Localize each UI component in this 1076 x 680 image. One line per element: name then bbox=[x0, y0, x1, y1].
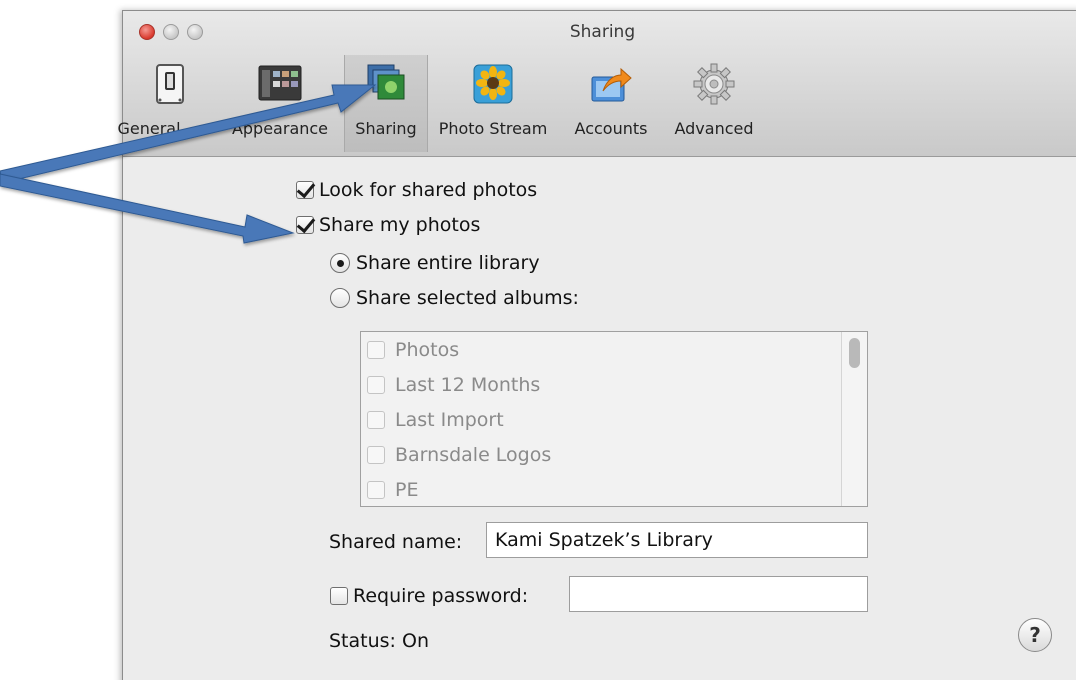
album-list-box: Photos Last 12 Months Last Import Barnsd… bbox=[360, 331, 868, 507]
title-bar: Sharing General Appearance Sharing Photo… bbox=[117, 11, 1076, 157]
sharing-icon bbox=[367, 64, 405, 100]
look-for-shared-row[interactable]: Look for shared photos bbox=[296, 179, 537, 201]
tab-photo-stream-label: Photo Stream bbox=[438, 119, 548, 138]
require-password-label: Require password: bbox=[353, 585, 529, 607]
album-item-pe[interactable]: PE bbox=[361, 472, 841, 506]
gear-icon bbox=[693, 63, 735, 105]
share-entire-library-row[interactable]: Share entire library bbox=[330, 252, 540, 274]
shared-name-field[interactable]: Kami Spatzek’s Library bbox=[486, 522, 868, 558]
shared-name-label: Shared name: bbox=[329, 531, 463, 553]
tab-advanced[interactable]: Advanced bbox=[668, 55, 760, 152]
share-entire-library-label: Share entire library bbox=[356, 252, 540, 274]
look-for-shared-checkbox[interactable] bbox=[296, 181, 314, 199]
album-checkbox[interactable] bbox=[367, 445, 385, 464]
toolbar: General Appearance Sharing Photo Stream … bbox=[117, 55, 1076, 155]
album-label: Photos bbox=[395, 338, 460, 361]
album-label: Last 12 Months bbox=[395, 373, 541, 396]
tab-sharing-label: Sharing bbox=[355, 119, 417, 138]
share-my-photos-checkbox[interactable] bbox=[296, 216, 314, 234]
album-list: Photos Last 12 Months Last Import Barnsd… bbox=[361, 332, 841, 506]
album-label: Barnsdale Logos bbox=[395, 443, 552, 466]
album-label: Last Import bbox=[395, 408, 504, 431]
sharing-pane: Look for shared photos Share my photos S… bbox=[123, 158, 1076, 680]
tab-accounts-label: Accounts bbox=[574, 119, 648, 138]
accounts-arrow-icon bbox=[591, 67, 632, 102]
preferences-window: Sharing General Appearance Sharing Photo… bbox=[117, 10, 1076, 680]
window-title: Sharing bbox=[569, 22, 636, 42]
album-label: PE bbox=[395, 478, 419, 501]
look-for-shared-label: Look for shared photos bbox=[319, 179, 538, 201]
tab-appearance[interactable]: Appearance bbox=[226, 55, 334, 152]
tab-general-label: General bbox=[117, 119, 181, 138]
tab-sharing[interactable]: Sharing bbox=[344, 55, 428, 152]
album-item-barnsdale-logos[interactable]: Barnsdale Logos bbox=[361, 437, 841, 472]
tab-general[interactable]: General bbox=[117, 55, 215, 152]
tab-accounts[interactable]: Accounts bbox=[565, 55, 657, 152]
help-button[interactable]: ? bbox=[1018, 618, 1052, 652]
album-checkbox[interactable] bbox=[367, 375, 385, 394]
album-item-last-import[interactable]: Last Import bbox=[361, 402, 841, 437]
switch-icon bbox=[156, 64, 184, 104]
appearance-icon bbox=[258, 65, 302, 101]
album-scrollbar[interactable] bbox=[841, 332, 867, 506]
album-checkbox[interactable] bbox=[367, 340, 385, 359]
album-item-last-12-months[interactable]: Last 12 Months bbox=[361, 367, 841, 402]
share-selected-albums-label: Share selected albums: bbox=[356, 287, 579, 309]
tab-appearance-label: Appearance bbox=[231, 119, 329, 138]
sunflower-icon bbox=[473, 64, 513, 104]
status-text: Status: On bbox=[329, 630, 429, 652]
album-checkbox[interactable] bbox=[367, 480, 385, 499]
password-field[interactable] bbox=[569, 576, 868, 612]
require-password-row[interactable]: Require password: bbox=[330, 585, 528, 607]
require-password-checkbox[interactable] bbox=[330, 587, 348, 605]
share-my-photos-row[interactable]: Share my photos bbox=[296, 214, 480, 236]
tab-photo-stream[interactable]: Photo Stream bbox=[431, 55, 555, 152]
share-entire-library-radio[interactable] bbox=[330, 253, 350, 273]
share-selected-albums-row[interactable]: Share selected albums: bbox=[330, 287, 579, 309]
album-scroll-thumb[interactable] bbox=[849, 338, 860, 368]
share-my-photos-label: Share my photos bbox=[319, 214, 481, 236]
album-checkbox[interactable] bbox=[367, 410, 385, 429]
album-item-photos[interactable]: Photos bbox=[361, 332, 841, 367]
share-selected-albums-radio[interactable] bbox=[330, 288, 350, 308]
tab-advanced-label: Advanced bbox=[674, 119, 754, 138]
